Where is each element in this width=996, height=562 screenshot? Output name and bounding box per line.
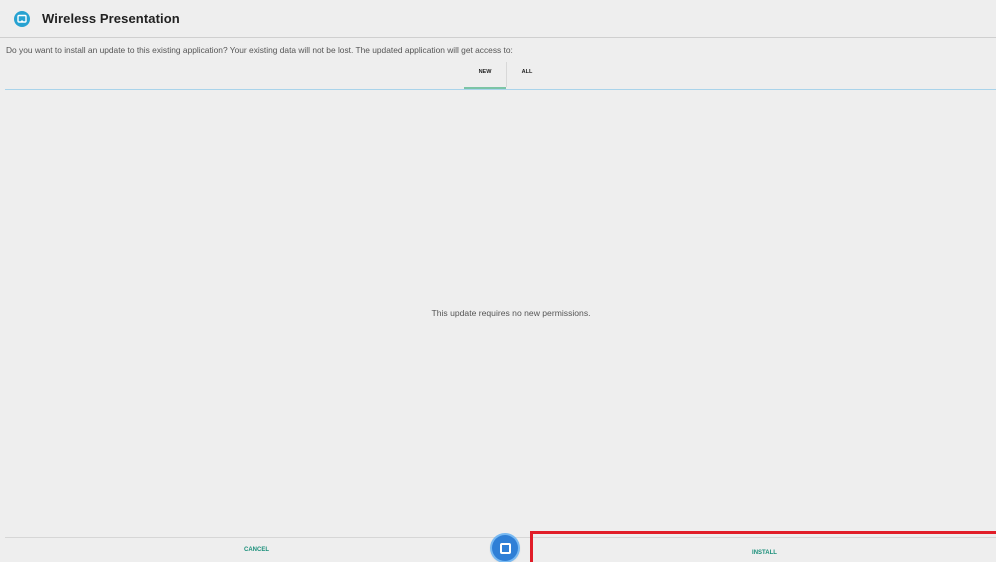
install-update-screen: Wireless Presentation Do you want to ins… <box>0 0 996 562</box>
tabs-divider-line <box>5 89 996 90</box>
tab-all[interactable]: ALL <box>507 64 547 88</box>
no-permissions-message: This update requires no new permissions. <box>431 308 591 318</box>
permissions-content: This update requires no new permissions. <box>5 91 996 537</box>
install-message: Do you want to install an update to this… <box>6 45 513 55</box>
tab-all-label: ALL <box>521 69 533 75</box>
install-button[interactable]: INSTALL <box>530 531 996 562</box>
app-title: Wireless Presentation <box>42 11 180 26</box>
dialog-header: Wireless Presentation <box>0 0 996 38</box>
wireless-presentation-app-icon <box>14 11 30 27</box>
square-icon <box>500 543 511 554</box>
tab-new[interactable]: NEW <box>464 64 506 89</box>
square-nav-icon[interactable] <box>492 535 518 561</box>
tab-new-label: NEW <box>478 69 492 75</box>
cancel-button[interactable]: CANCEL <box>5 537 508 562</box>
